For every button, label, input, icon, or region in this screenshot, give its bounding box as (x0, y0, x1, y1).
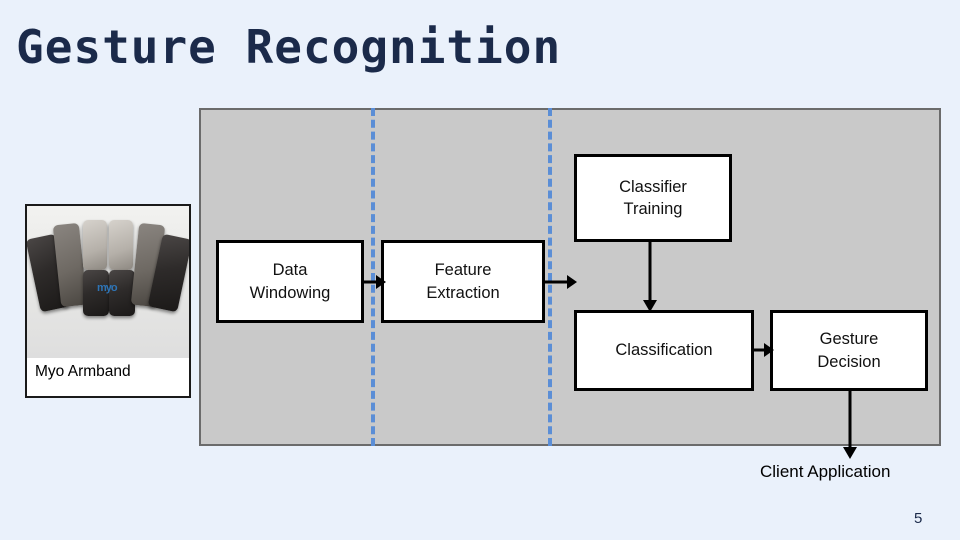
box-gesture-decision-line2: Decision (817, 352, 881, 371)
arrow-feature-to-split (545, 272, 577, 292)
box-feature-extraction-line1: Feature (434, 261, 492, 280)
arrow-windowing-to-feature (364, 272, 386, 292)
client-application-label: Client Application (760, 462, 891, 481)
myo-armband-image: myo Myo Armband (25, 204, 191, 398)
box-feature-extraction-line2: Extraction (426, 283, 500, 302)
arrow-training-to-classification (640, 242, 660, 312)
armband-photo: myo (27, 206, 189, 358)
armband-caption: Myo Armband (35, 363, 131, 380)
box-feature-extraction[interactable]: Feature Extraction (381, 240, 545, 323)
slide: Gesture Recognition myo Myo Armband Data… (0, 0, 960, 540)
myo-logo-icon: myo (97, 282, 118, 294)
box-data-windowing-line2: Windowing (249, 283, 331, 302)
page-number: 5 (914, 510, 923, 527)
page-title: Gesture Recognition (16, 20, 562, 74)
arrow-classification-to-decision (754, 340, 774, 360)
box-data-windowing[interactable]: Data Windowing (216, 240, 364, 323)
box-classifier-training-line2: Training (623, 200, 683, 218)
box-data-windowing-line1: Data (272, 261, 308, 280)
arrow-decision-to-client (840, 391, 860, 459)
box-gesture-decision[interactable]: Gesture Decision (770, 310, 928, 391)
box-classifier-training-line1: Classifier (619, 177, 687, 196)
box-classification-line1: Classification (615, 341, 713, 360)
box-classification[interactable]: Classification (574, 310, 754, 391)
box-gesture-decision-line1: Gesture (819, 330, 879, 349)
box-classifier-training[interactable]: Classifier Training (574, 154, 732, 242)
